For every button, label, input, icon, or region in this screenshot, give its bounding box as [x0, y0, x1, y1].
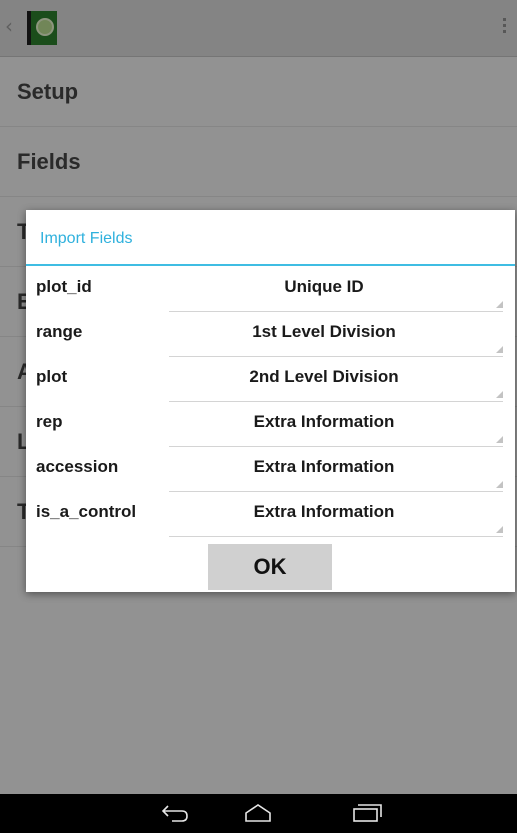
spinner-corner-icon: [496, 481, 503, 488]
field-row: range 1st Level Division: [26, 314, 515, 359]
field-type-value: Unique ID: [284, 277, 364, 296]
spinner-corner-icon: [496, 526, 503, 533]
field-type-value: Extra Information: [253, 502, 395, 521]
home-button[interactable]: [228, 794, 288, 833]
field-name: rep: [36, 412, 63, 431]
field-name: range: [36, 322, 83, 341]
spinner-corner-icon: [496, 391, 503, 398]
field-type-value: 2nd Level Division: [249, 367, 399, 386]
field-mapping-list: plot_id Unique ID range 1st Level Divisi…: [26, 266, 515, 539]
field-name: accession: [36, 457, 119, 476]
field-type-spinner[interactable]: Extra Information: [169, 404, 503, 447]
recent-apps-icon: [353, 804, 382, 822]
recent-apps-button[interactable]: [336, 794, 396, 833]
spinner-corner-icon: [496, 436, 503, 443]
system-navigation-bar: [0, 794, 517, 833]
ok-button[interactable]: OK: [208, 544, 332, 590]
field-type-value: 1st Level Division: [252, 322, 396, 341]
field-row: rep Extra Information: [26, 404, 515, 449]
field-name: plot_id: [36, 277, 92, 296]
field-row: accession Extra Information: [26, 449, 515, 494]
field-type-spinner[interactable]: 2nd Level Division: [169, 359, 503, 402]
field-type-spinner[interactable]: 1st Level Division: [169, 314, 503, 357]
import-fields-dialog: Import Fields plot_id Unique ID range 1s…: [26, 210, 515, 592]
field-type-value: Extra Information: [253, 412, 395, 431]
field-row: plot 2nd Level Division: [26, 359, 515, 404]
field-type-value: Extra Information: [253, 457, 395, 476]
spinner-corner-icon: [496, 346, 503, 353]
field-name: is_a_control: [36, 502, 137, 521]
field-type-spinner[interactable]: Extra Information: [169, 494, 503, 537]
field-type-spinner[interactable]: Unique ID: [169, 269, 503, 312]
back-icon: [161, 805, 188, 822]
dialog-title: Import Fields: [26, 210, 515, 266]
field-name: plot: [36, 367, 68, 386]
home-icon: [245, 804, 271, 822]
field-row: is_a_control Extra Information: [26, 494, 515, 539]
field-type-spinner[interactable]: Extra Information: [169, 449, 503, 492]
spinner-corner-icon: [496, 301, 503, 308]
back-button[interactable]: [145, 794, 205, 833]
field-row: plot_id Unique ID: [26, 269, 515, 314]
